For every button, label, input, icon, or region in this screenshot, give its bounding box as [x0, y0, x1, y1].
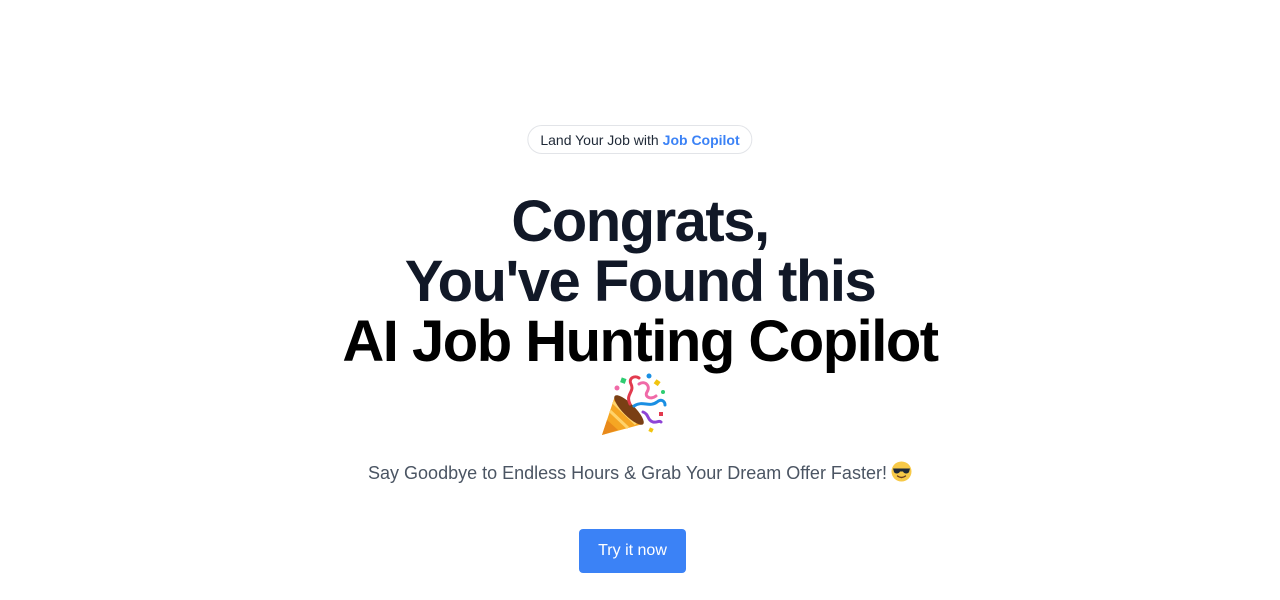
party-popper-icon [599, 372, 667, 438]
try-it-now-button[interactable]: Try it now [579, 529, 686, 573]
tagline-badge: Land Your Job with Job Copilot [527, 125, 753, 154]
headline-line-3: AI Job Hunting Copilot [342, 309, 939, 374]
sunglasses-face-icon [891, 461, 912, 482]
brand-name: Job Copilot [662, 131, 740, 148]
hero-section: Land Your Job with Job Copilot Congrats,… [0, 0, 1280, 600]
headline-line-2: You've Found this [404, 249, 877, 314]
tagline-text: Land Your Job with [540, 131, 659, 148]
page-title: Congrats, You've Found this AI Job Hunti… [0, 192, 1280, 372]
headline-line-1: Congrats, [511, 189, 770, 254]
subtitle-text: Say Goodbye to Endless Hours & Grab Your… [368, 463, 887, 483]
subtitle: Say Goodbye to Endless Hours & Grab Your… [0, 461, 1280, 485]
